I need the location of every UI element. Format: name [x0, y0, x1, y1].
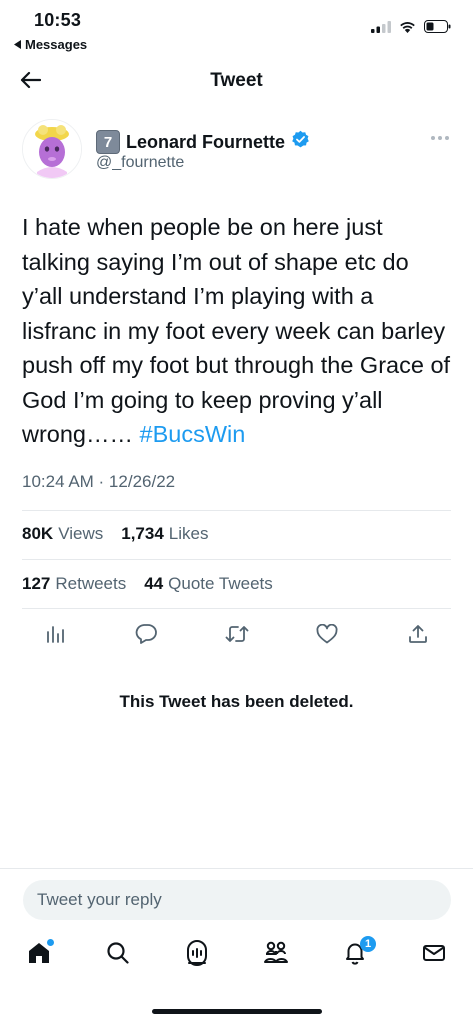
battery-icon	[424, 20, 451, 38]
back-button[interactable]	[16, 68, 44, 96]
home-indicator	[152, 1009, 322, 1014]
views-label: Views	[58, 524, 104, 543]
home-new-dot	[47, 939, 54, 946]
tweet-actions	[22, 622, 451, 650]
like-button[interactable]	[314, 623, 340, 649]
reply-button[interactable]	[133, 623, 159, 649]
bottom-tab-bar: 1	[0, 936, 473, 974]
retweets-count[interactable]: 127	[22, 574, 50, 594]
keycap-seven-emoji: 7	[96, 130, 120, 154]
search-icon	[106, 941, 130, 970]
retweet-button[interactable]	[224, 623, 250, 649]
author-display-name[interactable]: Leonard Fournette	[126, 132, 285, 153]
retweets-label[interactable]: Retweets	[55, 574, 126, 594]
notifications-badge: 1	[360, 936, 376, 952]
verified-badge-icon	[291, 130, 310, 154]
divider	[22, 608, 451, 609]
tweet-text: I hate when people be on here just talki…	[22, 210, 452, 452]
hashtag-link[interactable]: #BucsWin	[140, 421, 246, 447]
tab-search[interactable]	[103, 940, 133, 970]
page-title: Tweet	[210, 70, 263, 91]
signal-icon	[371, 20, 391, 38]
share-button[interactable]	[405, 623, 431, 649]
divider	[22, 510, 451, 511]
deleted-tweet-notice: This Tweet has been deleted.	[119, 692, 354, 711]
author-name-row[interactable]: 7 Leonard Fournette	[96, 130, 310, 154]
tweet-timestamp[interactable]: 10:24 AM · 12/26/22	[22, 472, 175, 492]
divider	[22, 559, 451, 560]
tab-messages[interactable]	[419, 940, 449, 970]
status-time: 10:53	[34, 10, 82, 30]
back-to-app-link[interactable]: Messages	[14, 37, 87, 52]
retweet-icon	[225, 624, 249, 649]
tab-notifications[interactable]: 1	[340, 936, 376, 970]
back-app-label: Messages	[25, 37, 88, 52]
analytics-icon	[45, 624, 65, 649]
spaces-icon	[184, 939, 210, 971]
more-options-icon[interactable]	[431, 136, 449, 140]
likes-count[interactable]: 1,734	[121, 524, 164, 544]
divider	[0, 868, 473, 869]
reply-input[interactable]: Tweet your reply	[23, 880, 451, 920]
avatar[interactable]	[22, 119, 82, 179]
back-triangle-icon	[14, 37, 22, 52]
messages-icon	[422, 943, 446, 968]
arrow-left-icon	[19, 71, 42, 94]
analytics-button[interactable]	[42, 623, 68, 649]
views-likes-row: 80K Views 1,734 Likes	[22, 524, 208, 544]
tab-communities[interactable]	[261, 940, 291, 970]
heart-icon	[316, 623, 338, 649]
quotes-label[interactable]: Quote Tweets	[168, 574, 273, 594]
tab-home[interactable]	[24, 939, 54, 970]
tab-spaces[interactable]	[182, 939, 212, 971]
share-icon	[408, 624, 428, 649]
author-handle[interactable]: @_fournette	[96, 154, 184, 172]
tweet-body: I hate when people be on here just talki…	[22, 214, 451, 447]
likes-label[interactable]: Likes	[169, 524, 209, 544]
quotes-count[interactable]: 44	[144, 574, 163, 594]
views-count: 80K	[22, 524, 54, 543]
status-indicators	[371, 20, 451, 38]
reply-bubble-icon	[135, 623, 157, 649]
communities-icon	[262, 940, 290, 971]
retweets-quotes-row: 127 Retweets 44 Quote Tweets	[22, 574, 273, 594]
wifi-icon	[399, 20, 416, 38]
